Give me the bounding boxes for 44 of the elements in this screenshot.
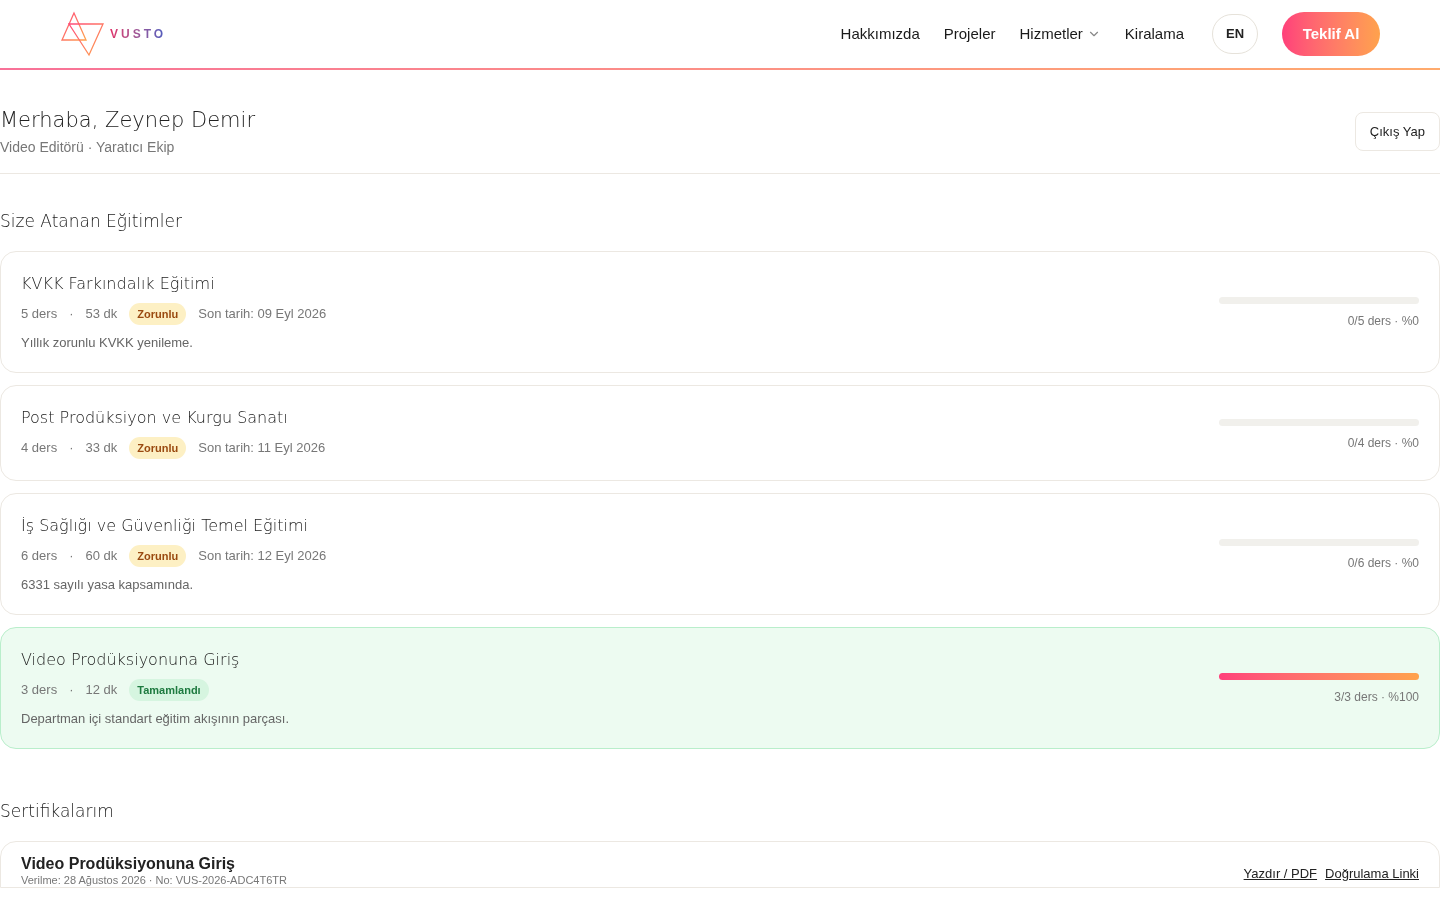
progress-text: 0/6 ders · %0 <box>1347 555 1419 572</box>
due-date: Son tarih: 11 Eyl 2026 <box>198 439 326 458</box>
section-heading: Sertifikalarım <box>0 800 115 823</box>
section-heading: Size Atanan Eğitimler <box>0 210 183 233</box>
duration-text: 60 dk <box>85 547 118 566</box>
lesson-count: 5 ders <box>21 305 58 324</box>
training-description: 6331 sayılı yasa kapsamında. <box>21 577 194 593</box>
certificate-link[interactable]: Doğrulama Linki <box>1325 863 1419 883</box>
lesson-count: 6 ders <box>21 547 58 566</box>
nav-link[interactable]: Hizmetler <box>1019 22 1101 46</box>
training-title: KVKK Farkındalık Eğitimi <box>21 273 216 295</box>
separator-dot: · <box>69 681 74 700</box>
progress-text: 0/5 ders · %0 <box>1347 313 1419 330</box>
nav-link[interactable]: Kiralama <box>1124 22 1184 46</box>
training-title: İş Sağlığı ve Güvenliği Temel Eğitimi <box>21 515 309 537</box>
due-date: Son tarih: 09 Eyl 2026 <box>198 305 327 324</box>
certificate-meta: Verilme: 28 Ağustos 2026 · No: VUS-2026-ADC4T6TR <box>21 874 287 887</box>
logout-button[interactable]: Çıkış Yap <box>1354 112 1440 151</box>
lesson-count: 3 ders <box>21 681 58 700</box>
separator-dot: · <box>69 547 74 566</box>
separator-dot: · <box>69 439 74 458</box>
training-title: Video Prodüksiyonuna Giriş <box>21 649 241 671</box>
certificate-title: Video Prodüksiyonuna Giriş <box>21 854 236 874</box>
nav-link[interactable]: Projeler <box>943 22 996 46</box>
role-text: Video Editörü · Yaratıcı Ekip <box>0 138 176 157</box>
status-badge: Zorunlu <box>129 436 187 460</box>
status-badge: Tamamlandı <box>129 678 209 702</box>
status-badge: Zorunlu <box>129 544 187 568</box>
certificate-link[interactable]: Yazdır / PDF <box>1243 863 1318 883</box>
greeting-heading: Merhaba, Zeynep Demir <box>0 107 255 134</box>
duration-text: 33 dk <box>85 439 118 458</box>
status-badge: Zorunlu <box>129 302 187 326</box>
training-description: Yıllık zorunlu KVKK yenileme. <box>21 335 194 351</box>
due-date: Son tarih: 12 Eyl 2026 <box>198 547 327 566</box>
training-title: Post Prodüksiyon ve Kurgu Sanatı <box>21 407 289 429</box>
lesson-count: 4 ders <box>21 439 58 458</box>
training-description: Departman içi standart eğitim akışının parçası. <box>21 711 290 727</box>
progress-text: 3/3 ders · %100 <box>1334 689 1419 706</box>
duration-text: 12 dk <box>85 681 118 700</box>
nav-link[interactable]: Hakkımızda <box>840 22 920 46</box>
separator-dot: · <box>69 305 74 324</box>
duration-text: 53 dk <box>85 305 118 324</box>
progress-text: 0/4 ders · %0 <box>1347 435 1419 452</box>
logo-icon <box>60 11 106 57</box>
